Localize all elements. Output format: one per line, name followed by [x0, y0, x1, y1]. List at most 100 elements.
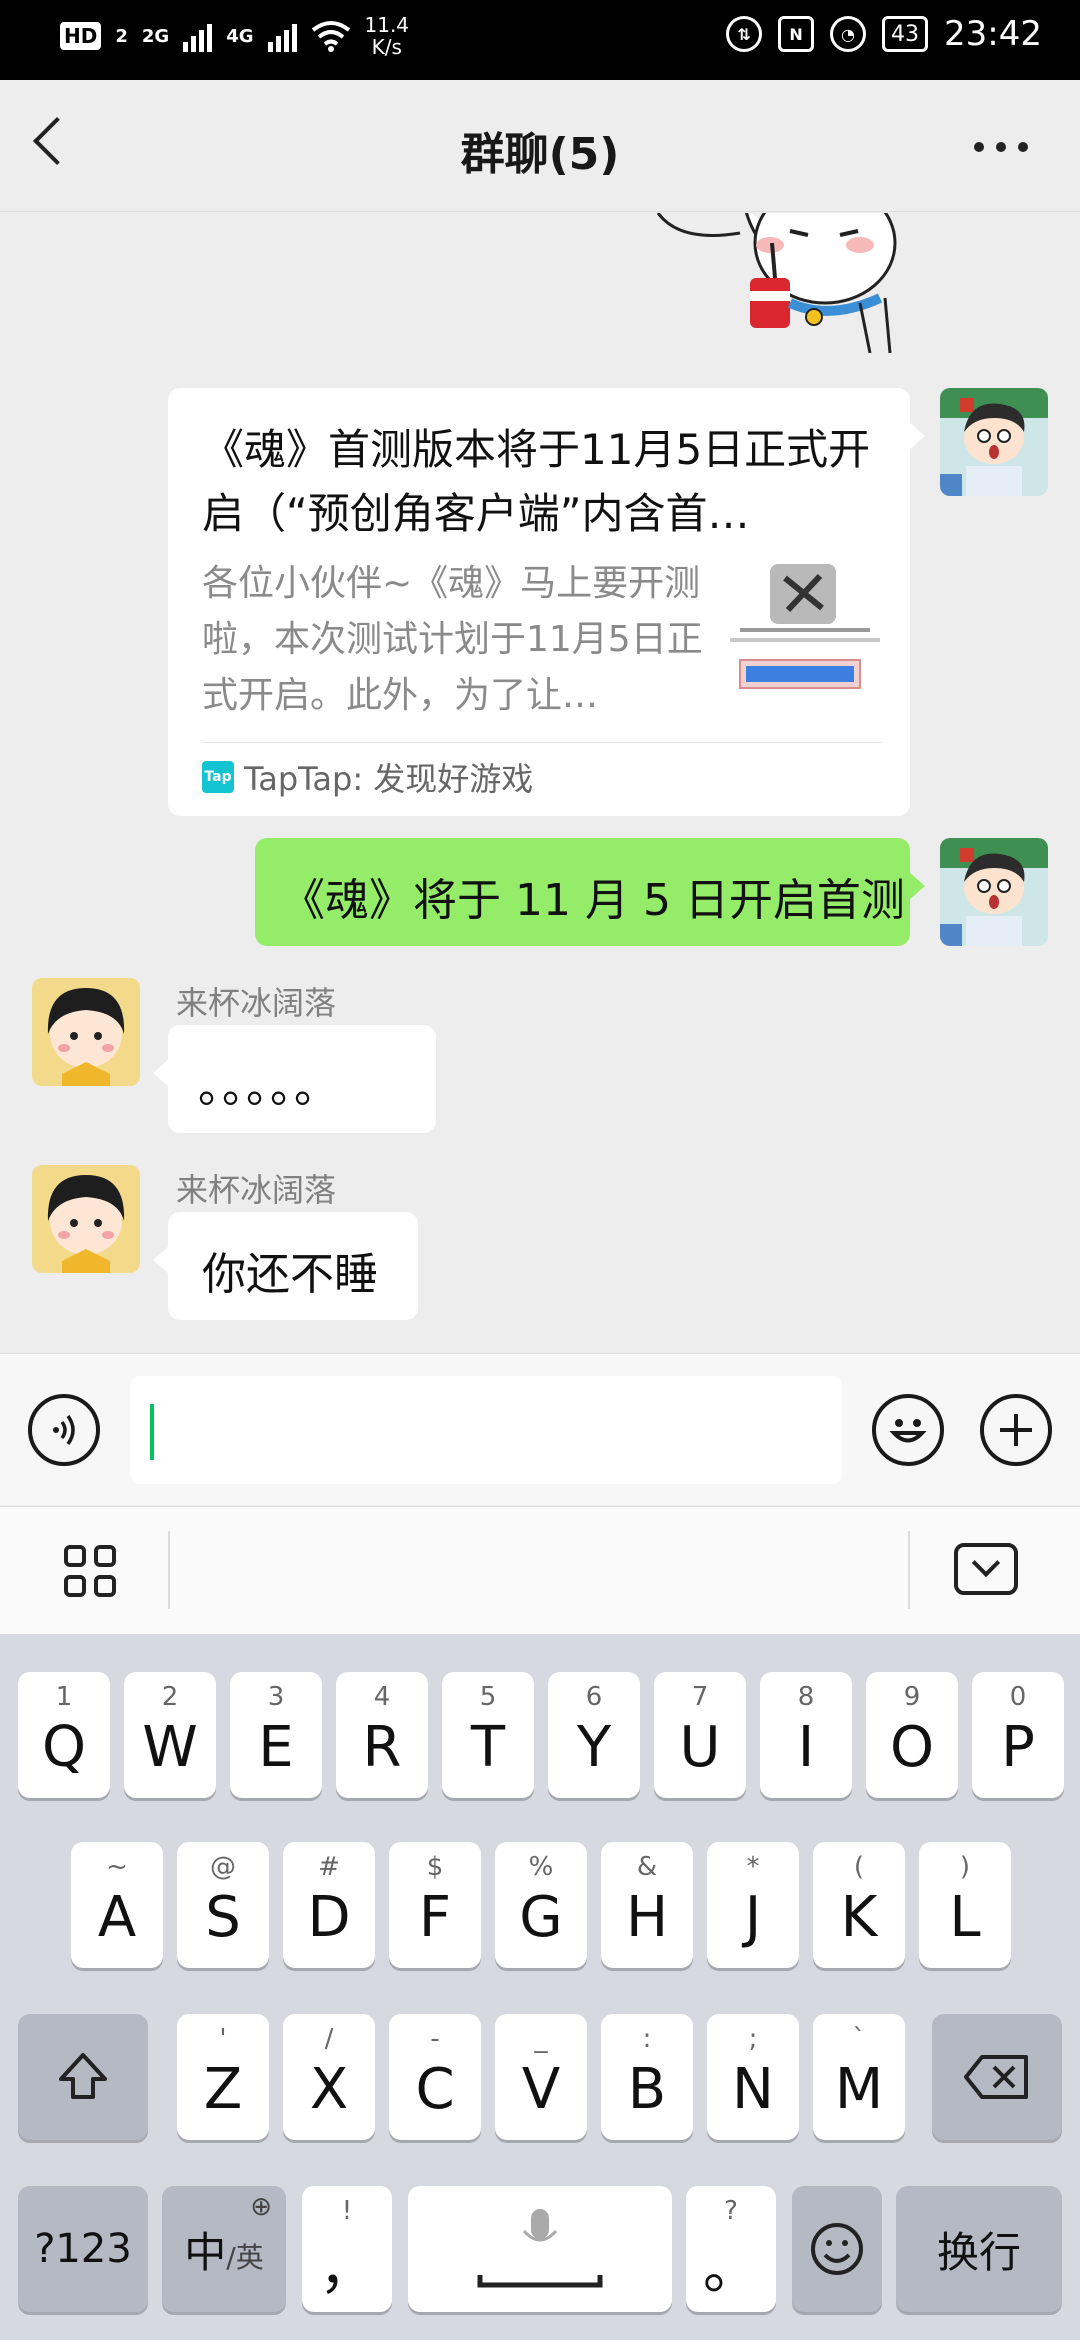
key-hint: ; [748, 2024, 758, 2054]
key-b[interactable]: :B [601, 2014, 693, 2140]
key-m[interactable]: ` M [813, 2014, 905, 2140]
period-key[interactable]: ? 。 [686, 2186, 776, 2312]
avatar-image [940, 388, 1048, 496]
comma-key[interactable]: ! ， [302, 2186, 392, 2312]
key-t[interactable]: 5T [442, 1672, 534, 1798]
key-w[interactable]: 2W [124, 1672, 216, 1798]
keyboard-collapse-icon[interactable] [954, 1543, 1018, 1595]
key-label: M [834, 2056, 884, 2122]
language-key-label: 中/英 [184, 2219, 263, 2280]
key-c[interactable]: -C [389, 2014, 481, 2140]
toolbar-divider [908, 1531, 910, 1609]
key-hint: & [636, 1852, 658, 1882]
key-hint: 9 [903, 1682, 921, 1712]
chat-area[interactable]: 《魂》首测版本将于11月5日正式开启（“预创角客户端”内含首… 各位小伙伴~《魂… [0, 213, 1080, 1353]
link-card-message[interactable]: 《魂》首测版本将于11月5日正式开启（“预创角客户端”内含首… 各位小伙伴~《魂… [168, 388, 925, 816]
key-label: Q [41, 1714, 87, 1780]
comma-key-hint: ! [341, 2196, 353, 2226]
language-main: 中 [184, 2227, 227, 2277]
key-g[interactable]: % G [495, 1842, 587, 1968]
signal-icon-2 [267, 20, 297, 52]
enter-key[interactable]: 换行 [896, 2186, 1062, 2312]
backspace-key[interactable] [932, 2014, 1062, 2140]
key-q[interactable]: 1Q [18, 1672, 110, 1798]
key-hint: - [430, 2024, 440, 2054]
emoji-icon[interactable] [872, 1394, 944, 1466]
battery-icon: 43 [882, 16, 929, 52]
shift-key[interactable] [18, 2014, 148, 2140]
key-a[interactable]: ~ A [71, 1842, 163, 1968]
key-hint: * [746, 1852, 760, 1882]
keyboard-menu-icon[interactable] [64, 1545, 116, 1597]
numeric-key-label: ?123 [34, 2226, 132, 2272]
key-label: T [470, 1714, 506, 1780]
status-left: HD 2 2G 4G 11.4 K/s [60, 14, 409, 58]
key-e[interactable]: 3E [230, 1672, 322, 1798]
space-key[interactable] [408, 2186, 672, 2312]
alarm-icon: ◔ [830, 16, 867, 52]
key-hint: ' [219, 2024, 227, 2054]
key-l[interactable]: ) L [919, 1842, 1011, 1968]
sender-avatar[interactable] [32, 978, 140, 1086]
period-key-hint: ? [724, 2196, 738, 2226]
key-d[interactable]: # D [283, 1842, 375, 1968]
voice-icon[interactable] [28, 1394, 100, 1466]
key-hint: 4 [373, 1682, 391, 1712]
key-o[interactable]: 9O [866, 1672, 958, 1798]
key-label: G [519, 1884, 563, 1950]
key-p[interactable]: 0P [972, 1672, 1064, 1798]
key-hint: 6 [585, 1682, 603, 1712]
link-card-thumbnail [730, 558, 880, 708]
text-message[interactable]: 《魂》将于 11 月 5 日开启首测 [255, 838, 925, 946]
key-hint: : [642, 2024, 652, 2054]
my-avatar[interactable] [940, 388, 1048, 496]
key-hint: / [324, 2024, 334, 2054]
globe-icon: ⊕ [250, 2192, 272, 2222]
key-hint: 1 [55, 1682, 73, 1712]
key-hint: 2 [161, 1682, 179, 1712]
key-r[interactable]: 4R [336, 1672, 428, 1798]
language-key[interactable]: ⊕ 中/英 [162, 2186, 286, 2312]
key-hint: ` [852, 2024, 866, 2054]
numeric-key[interactable]: ?123 [18, 2186, 148, 2312]
link-card-description: 各位小伙伴~《魂》马上要开测啦，本次测试计划于11月5日正式开启。此外，为了让… [202, 563, 703, 716]
more-icon[interactable] [974, 142, 1028, 152]
link-card-source: Tap TapTap: 发现好游戏 [202, 754, 533, 800]
key-hint: 5 [479, 1682, 497, 1712]
text-message[interactable]: 。。。。。 [153, 1025, 436, 1133]
key-f[interactable]: $ F [389, 1842, 481, 1968]
key-y[interactable]: 6Y [548, 1672, 640, 1798]
key-h[interactable]: & H [601, 1842, 693, 1968]
network-label-1: 2G [141, 25, 170, 47]
key-v[interactable]: _ V [495, 2014, 587, 2140]
key-z[interactable]: ' Z [177, 2014, 269, 2140]
sender-avatar[interactable] [32, 1165, 140, 1273]
plus-icon[interactable] [980, 1394, 1052, 1466]
key-s[interactable]: @ S [177, 1842, 269, 1968]
toolbar-divider [168, 1531, 170, 1609]
key-hint: ( [853, 1852, 865, 1882]
message-input[interactable] [130, 1376, 842, 1484]
avatar-image [32, 1165, 140, 1273]
net-speed: 11.4 K/s [365, 14, 410, 58]
key-label: D [307, 1884, 351, 1950]
my-avatar[interactable] [940, 838, 1048, 946]
key-hint: _ [534, 2024, 548, 2054]
emoji-key[interactable] [792, 2186, 882, 2312]
wifi-icon [311, 21, 350, 52]
key-x[interactable]: / X [283, 2014, 375, 2140]
keyboard-toolbar [0, 1506, 1080, 1634]
sender-name: 来杯冰阔落 [176, 984, 337, 1022]
key-k[interactable]: (K [813, 1842, 905, 1968]
key-j[interactable]: * J [707, 1842, 799, 1968]
key-label: L [949, 1884, 981, 1950]
message-text: 《魂》将于 11 月 5 日开启首测 [281, 875, 905, 926]
key-n[interactable]: ; N [707, 2014, 799, 2140]
text-message[interactable]: 你还不睡 [153, 1212, 418, 1320]
key-i[interactable]: 8I [760, 1672, 852, 1798]
space-mic-icon [477, 2209, 603, 2288]
key-label: S [205, 1884, 241, 1950]
key-hint: $ [426, 1852, 444, 1882]
key-u[interactable]: 7U [654, 1672, 746, 1798]
sticker-image[interactable] [650, 213, 910, 353]
